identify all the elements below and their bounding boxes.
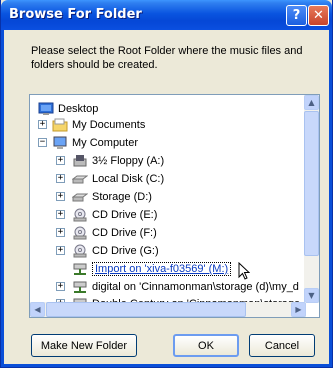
tree-item[interactable]: Desktop	[38, 101, 98, 117]
tree-item-label: My Computer	[72, 137, 139, 149]
tree-expander[interactable]: +	[38, 120, 47, 129]
tree-item-label: Storage (D:)	[92, 191, 152, 203]
cd-drive-icon	[72, 208, 88, 222]
tree-item-label: My Documents	[72, 119, 146, 131]
tree-item-label: 3½ Floppy (A:)	[92, 155, 165, 167]
cd-drive-icon	[72, 226, 88, 240]
folder-icon	[52, 118, 68, 132]
tree-item[interactable]: My Computer	[52, 135, 138, 151]
title-bar[interactable]: Browse For Folder ? ✕	[1, 0, 332, 30]
network-drive-icon	[72, 262, 88, 276]
ok-button[interactable]: OK	[173, 334, 239, 357]
tree-item-label: Import on 'xiva-f03569' (M:)	[92, 262, 232, 276]
horizontal-scrollbar[interactable]: ◀ ▶	[30, 302, 306, 317]
tree-item-label: Local Disk (C:)	[92, 173, 165, 185]
tree-expander[interactable]: +	[56, 174, 65, 183]
tree-expander[interactable]: +	[56, 156, 65, 165]
make-new-folder-button[interactable]: Make New Folder	[31, 334, 137, 357]
tree-expander[interactable]: +	[56, 210, 65, 219]
tree-item[interactable]: Storage (D:)	[71, 189, 152, 205]
network-drive-icon	[72, 280, 88, 294]
tree-item[interactable]: CD Drive (E:)	[72, 207, 157, 223]
desktop-icon	[38, 102, 54, 116]
tree-expander[interactable]: −	[38, 138, 47, 147]
dialog-title: Browse For Folder	[9, 7, 142, 22]
browse-for-folder-dialog: Browse For Folder ? ✕ Please select the …	[0, 0, 333, 368]
tree-item-label: CD Drive (G:)	[92, 245, 159, 257]
tree-expander[interactable]: +	[56, 282, 65, 291]
tree-expander[interactable]: +	[56, 192, 65, 201]
scroll-left-button[interactable]: ◀	[30, 302, 45, 317]
tree-item[interactable]: My Documents	[52, 117, 145, 133]
floppy-drive-icon	[72, 154, 88, 168]
tree-item-label: Desktop	[58, 103, 99, 115]
scroll-right-button[interactable]: ▶	[291, 302, 306, 317]
tree-expander[interactable]: +	[56, 228, 65, 237]
tree-expander[interactable]: +	[56, 246, 65, 255]
scroll-down-button[interactable]: ▼	[304, 288, 319, 303]
cd-drive-icon	[72, 244, 88, 258]
tree-item-label: CD Drive (F:)	[92, 227, 157, 239]
vertical-scroll-thumb[interactable]	[304, 111, 319, 256]
tree-item-label: digital on 'Cinnamonman\storage (d)\my_d	[92, 281, 299, 293]
vertical-scrollbar[interactable]: ▲ ▼	[304, 95, 319, 303]
tree-item[interactable]: digital on 'Cinnamonman\storage (d)\my_d	[72, 279, 299, 295]
close-button[interactable]: ✕	[308, 5, 329, 26]
tree-item[interactable]: CD Drive (F:)	[72, 225, 157, 241]
tree-item[interactable]: Local Disk (C:)	[71, 171, 165, 187]
tree-item[interactable]: Import on 'xiva-f03569' (M:)	[72, 261, 232, 277]
scroll-up-button[interactable]: ▲	[304, 95, 319, 110]
tree-item-label: CD Drive (E:)	[92, 209, 158, 221]
cancel-button[interactable]: Cancel	[249, 334, 315, 357]
folder-tree[interactable]: Desktop + My Documents − My Computer +3½ Flop…	[29, 94, 320, 318]
horizontal-scroll-thumb[interactable]	[46, 302, 246, 317]
help-button[interactable]: ?	[286, 5, 307, 26]
hard-disk-icon	[71, 190, 89, 204]
tree-item[interactable]: 3½ Floppy (A:)	[72, 153, 164, 169]
computer-icon	[52, 136, 68, 150]
mouse-cursor-icon	[238, 262, 250, 280]
instructions-text: Please select the Root Folder where the …	[31, 45, 303, 71]
hard-disk-icon	[71, 172, 89, 186]
tree-item[interactable]: CD Drive (G:)	[72, 243, 159, 259]
